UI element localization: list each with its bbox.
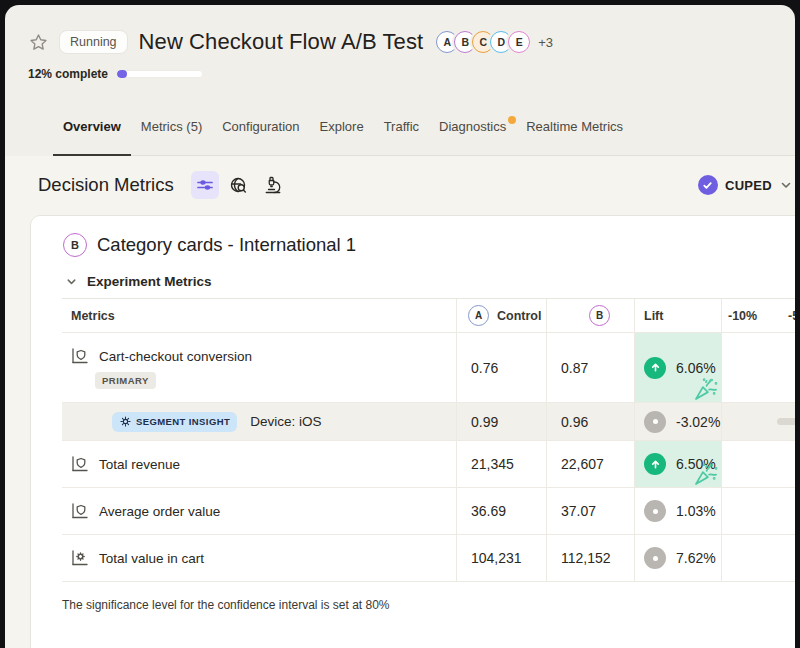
primary-badge: PRIMARY [95, 372, 156, 389]
col-lift: Lift [634, 299, 721, 332]
metric-name: Total value in cart [99, 551, 204, 566]
tab-traffic[interactable]: Traffic [374, 111, 429, 155]
chevron-down-icon [779, 178, 793, 192]
deep-dive-microscope-button[interactable] [259, 171, 287, 199]
collapse-chevron-icon [65, 275, 78, 288]
metric-row-total-revenue[interactable]: Total revenue 21,345 22,607 6.50% [62, 441, 795, 488]
lift-neutral-icon [644, 500, 666, 522]
lift-cell: -3.02% [634, 403, 721, 440]
control-value: 104,231 [456, 535, 546, 581]
globe-search-icon [229, 176, 248, 195]
chart-cell [721, 535, 795, 581]
axis-label-minus10: -10% [728, 309, 757, 323]
tab-diagnostics[interactable]: Diagnostics [429, 111, 516, 155]
lift-up-icon [644, 357, 666, 379]
treatment-value: 0.87 [546, 333, 634, 402]
control-value: 36.69 [456, 488, 546, 534]
control-chip: A [468, 305, 489, 326]
lift-cell: 7.62% [634, 535, 721, 581]
variant-metrics-card: B Category cards - International 1 Exper… [30, 215, 795, 648]
microscope-icon [264, 176, 282, 194]
cuped-label: CUPED [725, 178, 772, 193]
variant-chips: A B C D E [436, 31, 530, 53]
lift-cell: 1.03% [634, 488, 721, 534]
chart-cell [721, 488, 795, 534]
sliders-icon [196, 176, 214, 194]
segment-dimension: Device: iOS [250, 414, 321, 429]
tab-explore[interactable]: Explore [310, 111, 374, 155]
insight-gear-icon [119, 415, 132, 428]
metric-guardrail-icon [71, 347, 89, 365]
tab-bar: Overview Metrics (5) Configuration Explo… [53, 111, 795, 156]
segment-insight-badge: SEGMENT INSIGHT [112, 412, 237, 432]
lift-cell: 6.06% [634, 333, 721, 402]
col-metrics: Metrics [62, 299, 456, 332]
metric-guardrail-icon [71, 502, 89, 520]
metric-row-cart-checkout[interactable]: Cart-checkout conversion PRIMARY 0.76 0.… [62, 333, 795, 403]
chart-cell [721, 333, 795, 402]
metrics-table: Metrics A Control B Lift -10% -5 Cart-che… [62, 298, 795, 582]
metric-guardrail-icon [71, 455, 89, 473]
significance-footnote: The significance level for the confidenc… [62, 598, 795, 612]
variant-chip-e[interactable]: E [508, 31, 530, 53]
cuped-check-icon [698, 175, 718, 195]
lift-up-icon [644, 453, 666, 475]
progress-bar-fill [117, 70, 127, 78]
lift-neutral-icon [644, 411, 666, 433]
confetti-icon [691, 459, 721, 489]
lift-value: 7.62% [676, 550, 716, 566]
experiment-metrics-toggle[interactable]: Experiment Metrics [65, 274, 795, 289]
section-title: Decision Metrics [38, 174, 174, 196]
metric-name: Average order value [99, 504, 220, 519]
chart-cell [721, 403, 795, 440]
variant-b-chip: B [63, 233, 87, 257]
axis-label-minus5: -5 [788, 309, 795, 323]
confetti-icon [691, 374, 721, 404]
metric-gear-axis-icon [71, 549, 89, 567]
tab-metrics[interactable]: Metrics (5) [131, 111, 212, 155]
cuped-selector[interactable]: CUPED [698, 175, 793, 195]
tab-configuration[interactable]: Configuration [212, 111, 309, 155]
treatment-chip: B [589, 305, 610, 326]
control-value: 0.99 [456, 403, 546, 440]
page-title: New Checkout Flow A/B Test [139, 29, 424, 55]
lift-value: 1.03% [676, 503, 716, 519]
col-control-label: Control [497, 309, 541, 323]
segment-insight-label: SEGMENT INSIGHT [136, 416, 230, 427]
metric-name: Total revenue [99, 457, 180, 472]
chart-cell [721, 441, 795, 487]
status-badge: Running [59, 30, 128, 54]
confidence-interval-bar [777, 418, 795, 425]
metric-row-average-order-value[interactable]: Average order value 36.69 37.07 1.03% [62, 488, 795, 535]
control-value: 0.76 [456, 333, 546, 402]
card-title: Category cards - International 1 [97, 234, 356, 256]
experiment-metrics-label: Experiment Metrics [87, 274, 212, 289]
lift-value: -3.02% [676, 414, 720, 430]
treatment-value: 0.96 [546, 403, 634, 440]
more-variants-label[interactable]: +3 [538, 35, 553, 50]
treatment-value: 22,607 [546, 441, 634, 487]
tab-overview[interactable]: Overview [53, 111, 131, 155]
notification-dot [508, 116, 516, 124]
decision-metrics-section: Decision Metrics [5, 156, 795, 648]
lift-cell: 6.50% [634, 441, 721, 487]
metric-row-total-value-in-cart[interactable]: Total value in cart 104,231 112,152 7.62… [62, 535, 795, 582]
table-header-row: Metrics A Control B Lift -10% -5 [62, 299, 795, 333]
lift-neutral-icon [644, 547, 666, 569]
treatment-value: 37.07 [546, 488, 634, 534]
segment-insight-row[interactable]: SEGMENT INSIGHT Device: iOS 0.99 0.96 -3… [62, 403, 795, 441]
progress-label: 12% complete [28, 67, 108, 81]
control-value: 21,345 [456, 441, 546, 487]
experiment-header: Running New Checkout Flow A/B Test A B C… [5, 29, 795, 156]
progress-bar [117, 70, 203, 78]
favorite-star-icon[interactable] [28, 32, 49, 53]
app-surface: Running New Checkout Flow A/B Test A B C… [5, 5, 795, 648]
tab-realtime-metrics[interactable]: Realtime Metrics [516, 111, 633, 155]
col-chart-axis: -10% -5 [721, 299, 795, 332]
explore-globe-button[interactable] [225, 171, 253, 199]
metric-name: Cart-checkout conversion [99, 349, 252, 364]
filter-sliders-button[interactable] [191, 171, 219, 199]
treatment-value: 112,152 [546, 535, 634, 581]
